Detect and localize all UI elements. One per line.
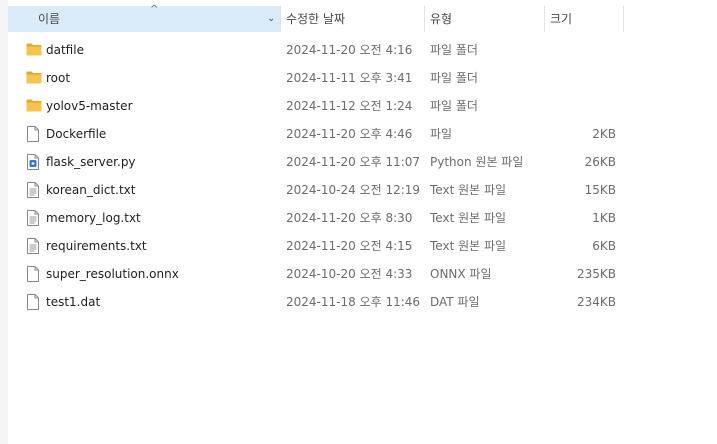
file-row[interactable]: super_resolution.onnx 2024-10-20 오전 4:33 O… (8, 260, 624, 288)
column-header-date-label: 수정한 날짜 (286, 12, 346, 26)
file-type: Text 원본 파일 (430, 239, 507, 253)
sort-ascending-icon: ^ (150, 4, 159, 15)
file-modified-date: 2024-11-20 오후 11:07 (286, 155, 421, 169)
text-file-icon (26, 232, 44, 260)
column-header-size-label: 크기 (550, 12, 573, 26)
file-type: DAT 파일 (430, 295, 480, 309)
file-row[interactable]: korean_dict.txt 2024-10-24 오전 12:19 Text 원… (8, 176, 624, 204)
column-header-name-label: 이름 (38, 12, 61, 26)
file-modified-date: 2024-11-11 오후 3:41 (286, 71, 413, 85)
file-icon (26, 288, 44, 316)
file-name: flask_server.py (46, 155, 136, 169)
file-type: ONNX 파일 (430, 267, 492, 281)
file-type: 파일 폴더 (430, 71, 478, 85)
file-size (544, 64, 616, 92)
file-modified-date: 2024-11-12 오전 1:24 (286, 99, 413, 113)
file-modified-date: 2024-10-24 오전 12:19 (286, 183, 421, 197)
file-modified-date: 2024-10-20 오전 4:33 (286, 267, 413, 281)
column-header-size[interactable]: 크기 (544, 6, 624, 32)
file-list: datfile 2024-11-20 오전 4:16 파일 폴더 root 2024-1… (8, 36, 624, 316)
file-size (544, 36, 616, 64)
file-size: 6KB (592, 239, 616, 253)
file-name: Dockerfile (46, 127, 107, 141)
file-size: 2KB (592, 127, 616, 141)
file-row[interactable]: test1.dat 2024-11-18 오후 11:46 DAT 파일 234KB (8, 288, 624, 316)
file-size: 234KB (576, 295, 616, 309)
file-size: 1KB (592, 211, 616, 225)
folder-icon (26, 36, 44, 64)
file-size: 26KB (584, 155, 616, 169)
left-pane-edge (0, 0, 8, 444)
file-modified-date: 2024-11-20 오전 4:16 (286, 43, 413, 57)
file-name: datfile (46, 43, 84, 57)
folder-icon (26, 64, 44, 92)
file-row[interactable]: yolov5-master 2024-11-12 오전 1:24 파일 폴더 (8, 92, 624, 120)
file-name: memory_log.txt (46, 211, 141, 225)
file-row[interactable]: flask_server.py 2024-11-20 오후 11:07 Python… (8, 148, 624, 176)
file-icon (26, 120, 44, 148)
column-header-name[interactable]: 이름 ^ ⌄ (8, 4, 280, 32)
file-modified-date: 2024-11-20 오후 8:30 (286, 211, 413, 225)
file-row[interactable]: datfile 2024-11-20 오전 4:16 파일 폴더 (8, 36, 624, 64)
file-name: requirements.txt (46, 239, 147, 253)
file-name: super_resolution.onnx (46, 267, 179, 281)
text-file-icon (26, 204, 44, 232)
column-header-type-label: 유형 (430, 12, 453, 26)
file-name: root (46, 71, 71, 85)
file-row[interactable]: root 2024-11-11 오후 3:41 파일 폴더 (8, 64, 624, 92)
column-separator[interactable] (623, 6, 624, 32)
file-row[interactable]: memory_log.txt 2024-11-20 오후 8:30 Text 원본 … (8, 204, 624, 232)
file-row[interactable]: requirements.txt 2024-11-20 오전 4:15 Text 원… (8, 232, 624, 260)
file-icon (26, 260, 44, 288)
file-type: 파일 폴더 (430, 43, 478, 57)
text-file-icon (26, 176, 44, 204)
file-name: korean_dict.txt (46, 183, 136, 197)
file-type: 파일 폴더 (430, 99, 478, 113)
column-header: 이름 ^ ⌄ 수정한 날짜 유형 크기 (8, 4, 624, 32)
file-type: Text 원본 파일 (430, 211, 507, 225)
file-name: yolov5-master (46, 99, 133, 113)
file-size (544, 92, 616, 120)
file-name: test1.dat (46, 295, 101, 309)
file-modified-date: 2024-11-18 오후 11:46 (286, 295, 421, 309)
python-file-icon (26, 148, 44, 176)
file-modified-date: 2024-11-20 오전 4:15 (286, 239, 413, 253)
file-size: 15KB (584, 183, 616, 197)
column-header-date[interactable]: 수정한 날짜 (280, 6, 424, 32)
file-modified-date: 2024-11-20 오후 4:46 (286, 127, 413, 141)
file-row[interactable]: Dockerfile 2024-11-20 오후 4:46 파일 2KB (8, 120, 624, 148)
folder-icon (26, 92, 44, 120)
file-type: Python 원본 파일 (430, 155, 524, 169)
column-header-type[interactable]: 유형 (424, 6, 544, 32)
file-type: 파일 (430, 127, 453, 141)
chevron-down-icon[interactable]: ⌄ (267, 6, 275, 32)
file-type: Text 원본 파일 (430, 183, 507, 197)
file-size: 235KB (576, 267, 616, 281)
